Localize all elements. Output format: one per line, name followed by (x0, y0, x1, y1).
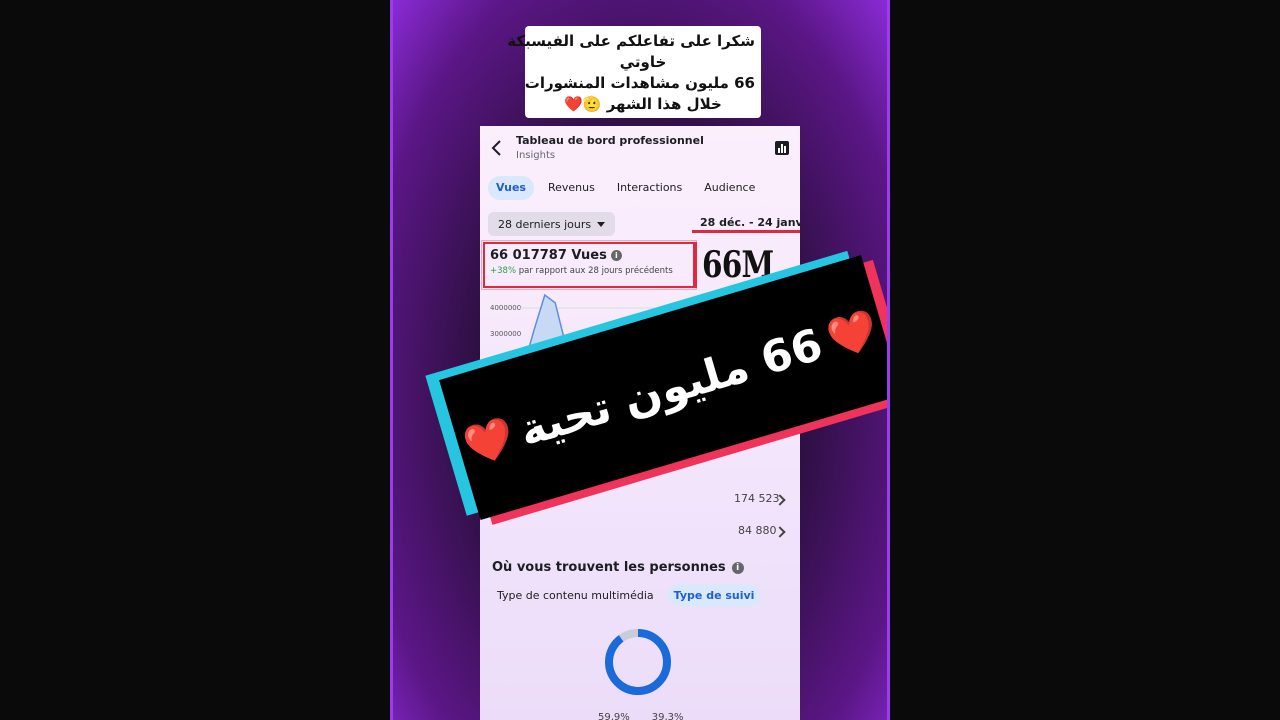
caption-line: خاوتي (619, 53, 667, 71)
heart-icon: ❤️ (822, 305, 883, 364)
donut-segment (605, 629, 671, 695)
bar-chart-icon[interactable] (774, 140, 790, 156)
section-title: Où vous trouvent les personnes i (492, 560, 744, 575)
tab-interactions[interactable]: Interactions (609, 176, 690, 200)
views-delta: +38% par rapport aux 28 jours précédents (490, 266, 688, 276)
views-summary: 66 017787 Vues i +38% par rapport aux 28… (481, 240, 697, 290)
red-divider (694, 242, 697, 288)
info-icon[interactable]: i (610, 250, 622, 261)
caption-line: خلال هذا الشهر 🫡❤️ (564, 95, 722, 113)
where-title-text: Où vous trouvent les personnes (492, 560, 726, 575)
percent-value: 59,9% (598, 712, 630, 720)
heart-icon: ❤️ (458, 412, 520, 471)
date-range-label: 28 derniers jours (498, 217, 592, 231)
top-bar: Tableau de bord professionnel Insights (480, 126, 800, 170)
tab-audience[interactable]: Audience (696, 176, 763, 200)
subtab-content-type[interactable]: Type de contenu multimédia (490, 584, 661, 607)
caption-box: شكرا على تفاعلكم على الفيسبكة خاوتي 66 م… (507, 26, 761, 118)
date-range-dropdown[interactable]: 28 derniers jours (488, 212, 616, 236)
subtab-bar: Type de contenu multimédia Type de suivi (490, 584, 762, 607)
red-underline (692, 230, 800, 233)
page-title: Tableau de bord professionnel (516, 134, 704, 147)
donut-chart (605, 629, 671, 695)
percent-row: 59,9% 39,3% (598, 712, 684, 720)
caption-line: 66 مليون مشاهدات المنشورات (524, 74, 755, 92)
page-subtitle: Insights (516, 150, 556, 161)
subtab-follow-type[interactable]: Type de suivi (666, 584, 762, 607)
back-arrow-icon[interactable] (490, 138, 504, 158)
percent-value: 39,3% (651, 712, 684, 720)
tab-bar: Vues Revenus Interactions Audience (488, 176, 763, 200)
tab-vues[interactable]: Vues (488, 176, 534, 200)
tab-revenus[interactable]: Revenus (540, 176, 603, 200)
delta-text: par rapport aux 28 jours précédents (518, 266, 673, 276)
caption-line: شكرا على تفاعلكم على الفيسبكة (507, 32, 755, 50)
video-frame: شكرا على تفاعلكم على الفيسبكة خاوتي 66 م… (390, 0, 890, 720)
promo-banner: ❤️ 66 مليون تحية ❤️ (393, 250, 887, 525)
info-icon[interactable]: i (731, 561, 744, 574)
stat-value: 84 880 (738, 524, 777, 537)
views-count: 66 017787 Vues (490, 248, 607, 263)
date-range-text: 28 déc. - 24 janv. (700, 216, 800, 229)
delta-percent: +38% (490, 266, 517, 276)
caret-down-icon (597, 221, 606, 227)
